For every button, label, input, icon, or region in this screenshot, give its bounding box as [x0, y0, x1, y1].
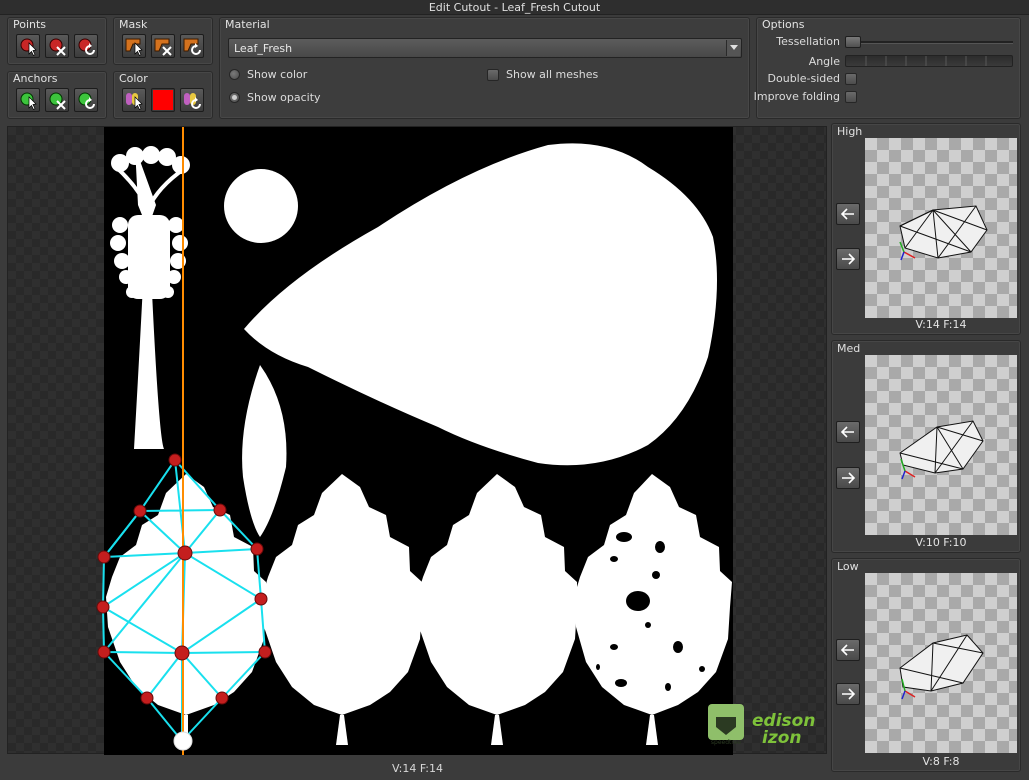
lod-next-button[interactable]: [836, 467, 860, 489]
viewport-status: V:14 F:14: [392, 762, 444, 775]
lod-name: High: [837, 125, 863, 138]
improve-folding-checkbox[interactable]: [845, 91, 857, 103]
lod-name: Med: [837, 342, 861, 355]
lod-prev-button[interactable]: [836, 421, 860, 443]
mask-group: Mask: [113, 17, 213, 65]
show-all-meshes-label: Show all meshes: [506, 68, 599, 81]
show-all-meshes-checkbox[interactable]: [487, 69, 499, 81]
delete-point-button[interactable]: [45, 34, 69, 58]
lod-name: Low: [837, 560, 859, 573]
material-dropdown[interactable]: Leaf_Fresh: [228, 38, 742, 58]
anchors-group: Anchors: [7, 71, 107, 119]
double-sided-checkbox[interactable]: [845, 73, 857, 85]
round-cutout: [224, 169, 298, 243]
show-opacity-radio[interactable]: [229, 92, 240, 103]
reset-points-button[interactable]: [74, 34, 98, 58]
color-swatch[interactable]: [151, 88, 175, 112]
points-group-label: Points: [13, 18, 47, 31]
anchor-point[interactable]: [173, 731, 193, 751]
chevron-down-icon[interactable]: [726, 40, 740, 56]
lod-status: V:10 F:10: [915, 536, 967, 549]
color-group-label: Color: [119, 72, 148, 85]
tessellation-slider[interactable]: [845, 36, 1013, 48]
angle-slider[interactable]: [845, 55, 1013, 67]
tessellation-label: Tessellation: [776, 35, 840, 48]
show-color-radio[interactable]: [229, 69, 240, 80]
anchors-group-label: Anchors: [13, 72, 58, 85]
lod-preview[interactable]: [865, 355, 1017, 535]
speedtree-logo-icon: speedtree: [708, 704, 744, 746]
lod-panel-low: Low V:8 F:8: [831, 558, 1021, 772]
lod-status: V:8 F:8: [922, 755, 960, 768]
lod-preview[interactable]: [865, 573, 1017, 753]
pick-color-button[interactable]: [122, 88, 146, 112]
lod-preview[interactable]: [865, 138, 1017, 318]
add-anchor-button[interactable]: [16, 88, 40, 112]
title-bar: Edit Cutout - Leaf_Fresh Cutout: [0, 0, 1029, 15]
tessellation-slider-handle[interactable]: [845, 36, 861, 48]
texture-viewport[interactable]: speedtree edison izon: [7, 126, 828, 755]
mask-group-label: Mask: [119, 18, 148, 31]
lod-next-button[interactable]: [836, 683, 860, 705]
options-group-label: Options: [762, 18, 805, 31]
add-point-button[interactable]: [16, 34, 40, 58]
double-sided-label: Double-sided: [767, 72, 840, 85]
delete-mask-button[interactable]: [151, 34, 175, 58]
add-mask-button[interactable]: [122, 34, 146, 58]
tessellation-slider-track: [845, 41, 1013, 44]
points-group: Points: [7, 17, 107, 65]
texture-canvas[interactable]: speedtree edison izon: [8, 127, 828, 755]
lod-next-button[interactable]: [836, 248, 860, 270]
material-group-label: Material: [225, 18, 270, 31]
show-color-label: Show color: [247, 68, 308, 81]
angle-label: Angle: [808, 55, 840, 68]
lod-prev-button[interactable]: [836, 203, 860, 225]
lod-status: V:14 F:14: [915, 318, 967, 331]
lod-prev-button[interactable]: [836, 639, 860, 661]
material-dropdown-value: Leaf_Fresh: [234, 42, 293, 55]
angle-slider-ticks: [865, 56, 987, 66]
lod-panel-med: Med V:10 F:10: [831, 340, 1021, 553]
show-opacity-label: Show opacity: [247, 91, 321, 104]
reset-anchors-button[interactable]: [74, 88, 98, 112]
window-title: Edit Cutout - Leaf_Fresh Cutout: [428, 1, 601, 14]
reset-color-button[interactable]: [180, 88, 204, 112]
improve-folding-label: Improve folding: [753, 90, 840, 103]
lod-panel-high: High V:14 F:14: [831, 123, 1021, 335]
color-group: Color: [113, 71, 213, 119]
watermark-line2: izon: [762, 728, 802, 748]
watermark-brand: speedtree: [711, 739, 742, 746]
reset-mask-button[interactable]: [180, 34, 204, 58]
delete-anchor-button[interactable]: [45, 88, 69, 112]
